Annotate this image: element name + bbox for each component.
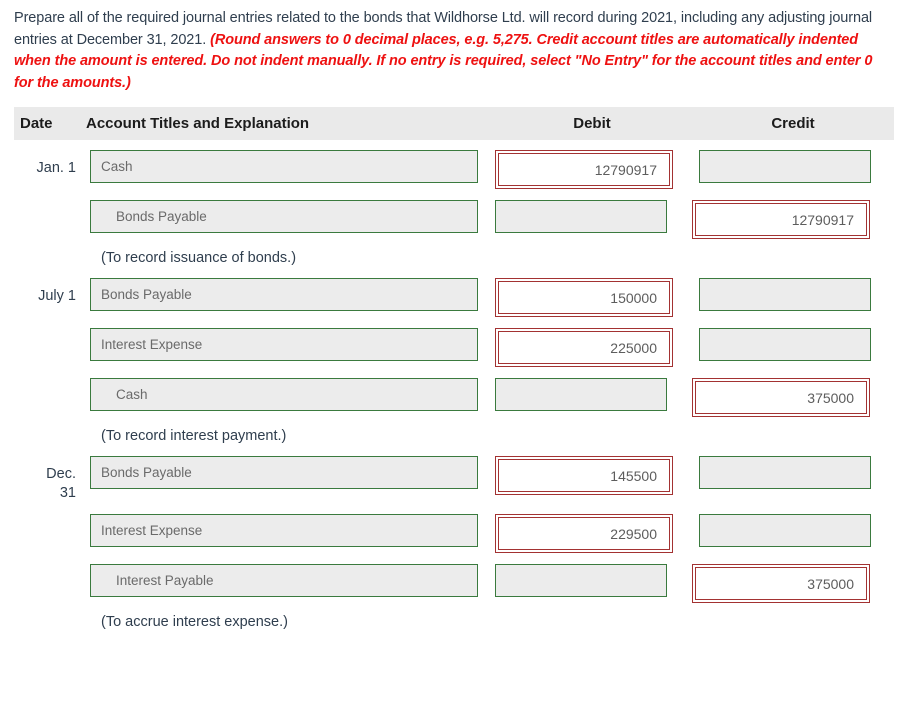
account-title-select[interactable]: Bonds Payable xyxy=(90,278,478,311)
account-title-select[interactable]: Cash xyxy=(90,378,478,411)
account-title-cell: Cash xyxy=(86,378,492,411)
debit-amount-cell xyxy=(492,564,692,597)
account-title-select[interactable]: Cash xyxy=(90,150,478,183)
credit-amount-input[interactable]: 12790917 xyxy=(695,203,867,236)
table-row: July 1 Bonds Payable 150000 xyxy=(14,278,894,317)
debit-amount-highlight-frame: 12790917 xyxy=(495,150,673,189)
account-title-cell: Interest Expense xyxy=(86,514,492,547)
credit-amount-input[interactable] xyxy=(699,278,871,311)
credit-amount-cell: 375000 xyxy=(692,564,894,603)
debit-amount-input[interactable]: 150000 xyxy=(498,281,670,314)
table-row: Jan. 1 Cash 12790917 xyxy=(14,150,894,189)
table-row: Bonds Payable 12790917 xyxy=(14,200,894,239)
entry-date: Jan. 1 xyxy=(36,160,77,176)
column-header-date: Date xyxy=(20,115,53,132)
journal-entry-block: July 1 Bonds Payable 150000 Interest Expens… xyxy=(14,278,894,444)
debit-amount-highlight-frame: 145500 xyxy=(495,456,673,495)
column-header-debit: Debit xyxy=(573,115,611,132)
account-title-cell: Bonds Payable xyxy=(86,278,492,311)
debit-amount-input[interactable]: 229500 xyxy=(498,517,670,550)
entry-memo: (To record issuance of bonds.) xyxy=(101,250,297,266)
entry-date xyxy=(14,564,86,573)
account-title-cell: Interest Expense xyxy=(86,328,492,361)
debit-amount-cell xyxy=(492,200,692,233)
entry-date: Dec. 31 xyxy=(46,466,76,501)
entry-date: July 1 xyxy=(38,288,76,304)
journal-entry-block: Jan. 1 Cash 12790917 Bonds Payable 12790917 (… xyxy=(14,150,894,266)
account-title-cell: Bonds Payable xyxy=(86,456,492,489)
entry-date xyxy=(14,200,86,209)
entry-date xyxy=(14,328,86,337)
credit-amount-input[interactable] xyxy=(699,328,871,361)
account-title-select[interactable]: Bonds Payable xyxy=(90,200,478,233)
credit-amount-input[interactable] xyxy=(699,514,871,547)
account-title-cell: Interest Payable xyxy=(86,564,492,597)
account-title-select[interactable]: Interest Expense xyxy=(90,328,478,361)
credit-amount-cell xyxy=(692,328,894,361)
table-row: Interest Expense 229500 xyxy=(14,514,894,553)
credit-amount-highlight-frame: 375000 xyxy=(692,378,870,417)
debit-amount-highlight-frame: 150000 xyxy=(495,278,673,317)
debit-amount-highlight-frame: 229500 xyxy=(495,514,673,553)
debit-amount-cell: 229500 xyxy=(492,514,692,553)
debit-amount-input[interactable] xyxy=(495,378,667,411)
account-title-cell: Bonds Payable xyxy=(86,200,492,233)
instructions-paragraph: Prepare all of the required journal entr… xyxy=(0,0,908,94)
credit-amount-highlight-frame: 12790917 xyxy=(692,200,870,239)
table-row: Cash 375000 xyxy=(14,378,894,417)
table-row: Dec. 31 Bonds Payable 145500 xyxy=(14,456,894,503)
account-title-cell: Cash xyxy=(86,150,492,183)
column-header-account: Account Titles and Explanation xyxy=(86,115,310,132)
credit-amount-input[interactable]: 375000 xyxy=(695,381,867,414)
journal-entry-table: Date Account Titles and Explanation Debi… xyxy=(14,107,894,630)
table-header-row: Date Account Titles and Explanation Debi… xyxy=(14,107,894,140)
credit-amount-cell: 12790917 xyxy=(692,200,894,239)
debit-amount-cell: 145500 xyxy=(492,456,692,495)
debit-amount-cell xyxy=(492,378,692,411)
credit-amount-input[interactable] xyxy=(699,150,871,183)
entry-memo: (To record interest payment.) xyxy=(101,428,287,444)
debit-amount-cell: 12790917 xyxy=(492,150,692,189)
debit-amount-highlight-frame: 225000 xyxy=(495,328,673,367)
table-row: Interest Payable 375000 xyxy=(14,564,894,603)
entry-date xyxy=(14,514,86,523)
credit-amount-cell xyxy=(692,278,894,311)
debit-amount-input[interactable]: 225000 xyxy=(498,331,670,364)
credit-amount-cell: 375000 xyxy=(692,378,894,417)
credit-amount-highlight-frame: 375000 xyxy=(692,564,870,603)
account-title-select[interactable]: Interest Payable xyxy=(90,564,478,597)
credit-amount-input[interactable] xyxy=(699,456,871,489)
debit-amount-input[interactable] xyxy=(495,564,667,597)
account-title-select[interactable]: Bonds Payable xyxy=(90,456,478,489)
table-row: Interest Expense 225000 xyxy=(14,328,894,367)
entry-memo: (To accrue interest expense.) xyxy=(101,614,288,630)
account-title-select[interactable]: Interest Expense xyxy=(90,514,478,547)
credit-amount-cell xyxy=(692,456,894,489)
debit-amount-input[interactable]: 145500 xyxy=(498,459,670,492)
credit-amount-cell xyxy=(692,514,894,547)
debit-amount-input[interactable] xyxy=(495,200,667,233)
column-header-credit: Credit xyxy=(771,115,815,132)
debit-amount-cell: 150000 xyxy=(492,278,692,317)
credit-amount-input[interactable]: 375000 xyxy=(695,567,867,600)
entry-date xyxy=(14,378,86,387)
journal-entry-block: Dec. 31 Bonds Payable 145500 Interest Expen… xyxy=(14,456,894,630)
journal-entries-container: Jan. 1 Cash 12790917 Bonds Payable 12790917 (… xyxy=(14,150,894,630)
debit-amount-cell: 225000 xyxy=(492,328,692,367)
debit-amount-input[interactable]: 12790917 xyxy=(498,153,670,186)
credit-amount-cell xyxy=(692,150,894,183)
